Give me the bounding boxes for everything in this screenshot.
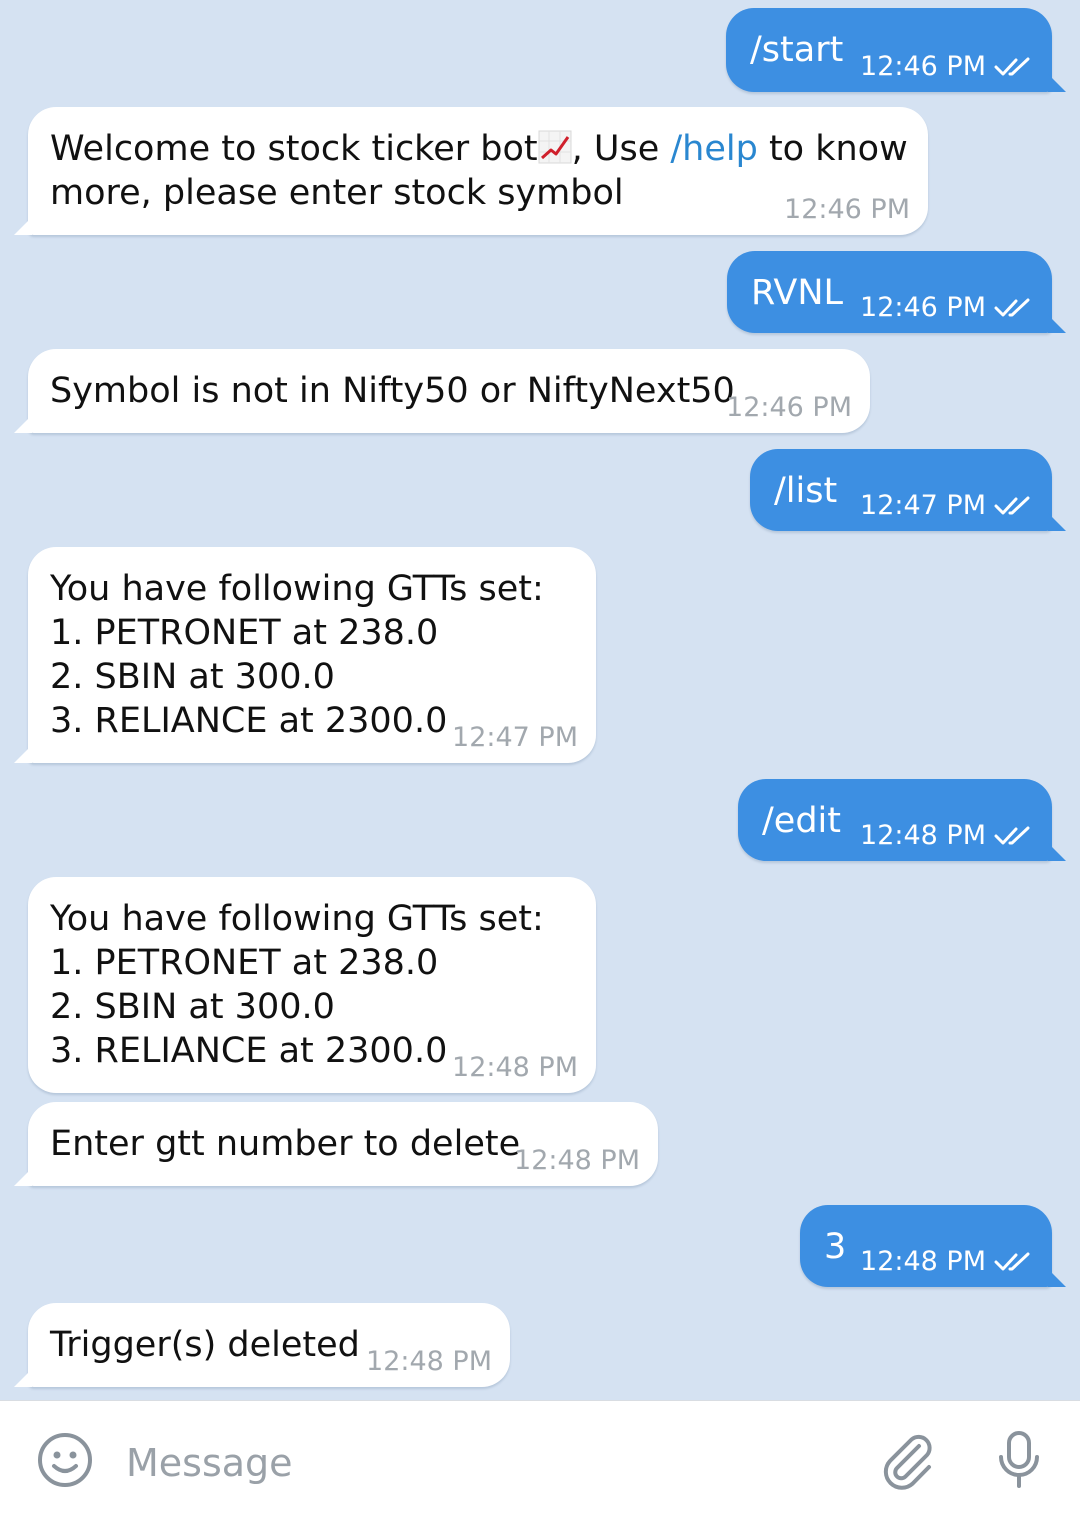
double-check-icon: [994, 496, 1030, 515]
chart-increasing-icon: [538, 130, 572, 164]
voice-message-button[interactable]: [988, 1429, 1050, 1491]
bubble-tail: [1048, 843, 1066, 861]
message-time: 12:48 PM: [860, 1246, 986, 1277]
emoji-icon: [38, 1433, 92, 1487]
message-text-part: , Use: [571, 129, 671, 169]
bubble-tail: [14, 1369, 32, 1387]
help-command-link[interactable]: /help: [670, 129, 757, 169]
double-check-icon: [994, 298, 1030, 317]
double-check-icon: [994, 57, 1030, 76]
message-text: You have following GTTs set: 1. PETRONET…: [50, 569, 544, 741]
bubble-tail: [14, 1168, 32, 1186]
paperclip-icon: [883, 1434, 932, 1490]
attach-button[interactable]: [878, 1429, 940, 1491]
message-time: 12:46 PM: [726, 392, 852, 423]
message-text: /list: [774, 471, 838, 511]
message-input[interactable]: [124, 1437, 848, 1489]
message-text: Symbol is not in Nifty50 or NiftyNext50: [50, 371, 735, 411]
message-time: 12:46 PM: [860, 292, 986, 323]
bubble-tail: [1048, 315, 1066, 333]
message-time: 12:46 PM: [784, 194, 910, 225]
chat-history[interactable]: /start 12:46 PM Welcome to stock ticker …: [0, 0, 1080, 1400]
bubble-tail: [14, 217, 32, 235]
message-text: Trigger(s) deleted: [50, 1325, 360, 1365]
incoming-message[interactable]: You have following GTTs set: 1. PETRONET…: [14, 547, 596, 763]
message-text: /start: [750, 30, 844, 70]
message-text: You have following GTTs set: 1. PETRONET…: [50, 899, 544, 1071]
bubble-tail: [1048, 1269, 1066, 1287]
message-time: 12:47 PM: [860, 490, 986, 521]
microphone-icon: [999, 1431, 1039, 1488]
outgoing-message[interactable]: 3 12:48 PM: [800, 1205, 1066, 1287]
bubble-tail: [1048, 513, 1066, 531]
incoming-message[interactable]: Enter gtt number to delete 12:48 PM: [14, 1102, 658, 1186]
message-text: /edit: [762, 801, 841, 841]
bubble-tail: [14, 415, 32, 433]
incoming-message[interactable]: You have following GTTs set: 1. PETRONET…: [28, 877, 596, 1093]
message-meta: 12:46 PM: [860, 293, 1034, 323]
incoming-message[interactable]: Welcome to stock ticker bot, Use /help t…: [14, 107, 928, 235]
message-time: 12:47 PM: [452, 722, 578, 753]
double-check-icon: [994, 826, 1030, 845]
message-text: 3: [824, 1227, 847, 1267]
message-text-part: Welcome to stock ticker bot: [50, 129, 538, 169]
message-time: 12:46 PM: [860, 51, 986, 82]
message-time: 12:48 PM: [514, 1145, 640, 1176]
message-time: 12:48 PM: [860, 820, 986, 851]
message-meta: 12:48 PM: [860, 821, 1034, 851]
bubble-tail: [1048, 74, 1066, 92]
outgoing-message[interactable]: /edit 12:48 PM: [738, 779, 1066, 861]
incoming-message[interactable]: Trigger(s) deleted 12:48 PM: [14, 1303, 510, 1387]
message-meta: 12:47 PM: [860, 491, 1034, 521]
message-time: 12:48 PM: [366, 1346, 492, 1377]
double-check-icon: [994, 1252, 1030, 1271]
message-text: Enter gtt number to delete: [50, 1124, 521, 1164]
message-composer: [0, 1400, 1080, 1519]
message-text: RVNL: [751, 273, 844, 313]
message-meta: 12:48 PM: [860, 1247, 1034, 1277]
emoji-button[interactable]: [34, 1429, 96, 1491]
message-meta: 12:46 PM: [860, 52, 1034, 82]
incoming-message[interactable]: Symbol is not in Nifty50 or NiftyNext50 …: [14, 349, 870, 433]
bubble-tail: [14, 745, 32, 763]
outgoing-message[interactable]: /list 12:47 PM: [750, 449, 1066, 531]
outgoing-message[interactable]: /start 12:46 PM: [726, 8, 1066, 92]
outgoing-message[interactable]: RVNL 12:46 PM: [727, 251, 1066, 333]
message-time: 12:48 PM: [452, 1052, 578, 1083]
